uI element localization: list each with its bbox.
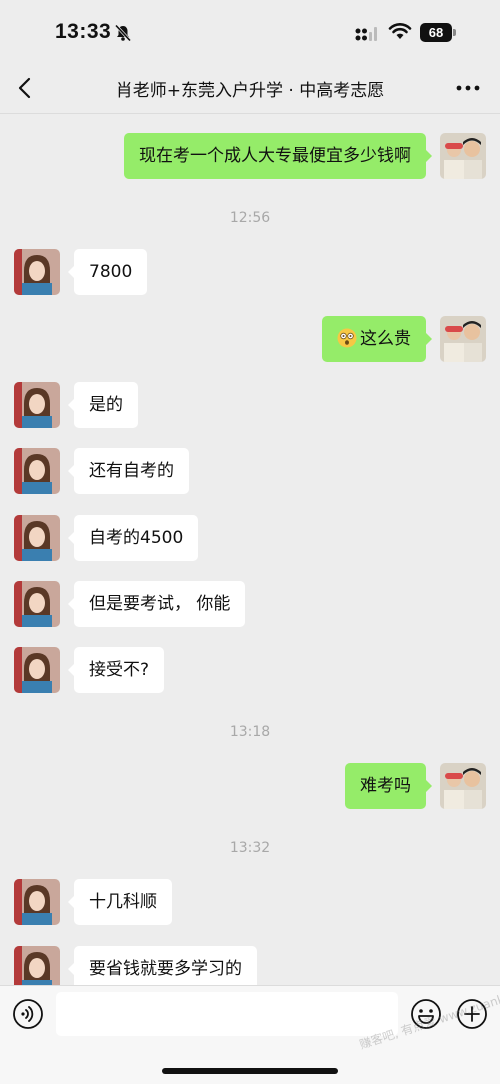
status-time: 13:33	[55, 20, 112, 43]
message-bubble[interactable]: 但是要考试， 你能	[67, 581, 246, 627]
more-dots-icon[interactable]	[456, 84, 480, 92]
my-avatar[interactable]	[440, 763, 486, 809]
battery-icon: 68	[420, 23, 456, 42]
message-bubble[interactable]: 还有自考的	[68, 448, 189, 494]
timestamp: 12:56	[229, 210, 271, 226]
message-bubble[interactable]: 是的	[68, 382, 138, 428]
message-bubble[interactable]: 7800	[67, 249, 148, 295]
contact-avatar[interactable]	[14, 581, 60, 627]
battery-level: 68	[420, 23, 452, 42]
dizzy-face-emoji-icon	[337, 328, 357, 347]
message-text: 这么贵	[360, 329, 411, 349]
message-bubble[interactable]: 现在考一个成人大专最便宜多少钱啊	[124, 133, 432, 179]
chat-title: 肖老师+东莞入户升学 · 中高考志愿	[115, 81, 385, 101]
my-avatar[interactable]	[440, 316, 486, 362]
timestamp: 13:18	[229, 724, 271, 740]
contact-avatar[interactable]	[14, 382, 60, 428]
message-bubble[interactable]: 这么贵	[322, 316, 432, 362]
message-bubble[interactable]: 难考吗	[345, 763, 432, 809]
message-list[interactable]: 现在考一个成人大专最便宜多少钱啊 12:56 7800 这么贵 是的 还有自考的…	[0, 115, 500, 985]
wifi-icon	[388, 23, 412, 39]
contact-avatar[interactable]	[14, 879, 60, 925]
contact-avatar[interactable]	[14, 515, 60, 561]
message-input[interactable]	[56, 992, 398, 1036]
chat-header: 肖老师+东莞入户升学 · 中高考志愿	[0, 62, 500, 114]
message-bubble[interactable]: 要省钱就要多学习的	[68, 946, 257, 985]
contact-avatar[interactable]	[14, 946, 60, 985]
back-chevron-icon[interactable]	[14, 76, 38, 100]
bell-muted-icon	[114, 24, 132, 42]
home-indicator[interactable]	[162, 1068, 338, 1074]
signal-icon	[355, 27, 377, 41]
message-bubble[interactable]: 接受不?	[67, 647, 165, 693]
contact-avatar[interactable]	[14, 249, 60, 295]
contact-avatar[interactable]	[14, 647, 60, 693]
contact-avatar[interactable]	[14, 448, 60, 494]
message-bubble[interactable]: 自考的4500	[67, 515, 199, 561]
timestamp: 13:32	[229, 840, 271, 856]
message-bubble[interactable]: 十几科顺	[68, 879, 172, 925]
voice-icon[interactable]	[12, 998, 44, 1030]
my-avatar[interactable]	[440, 133, 486, 179]
status-bar: 13:33 68	[0, 0, 500, 62]
input-bar: 赚客吧, 有点爱 www.zuanke8.com	[0, 978, 500, 1084]
